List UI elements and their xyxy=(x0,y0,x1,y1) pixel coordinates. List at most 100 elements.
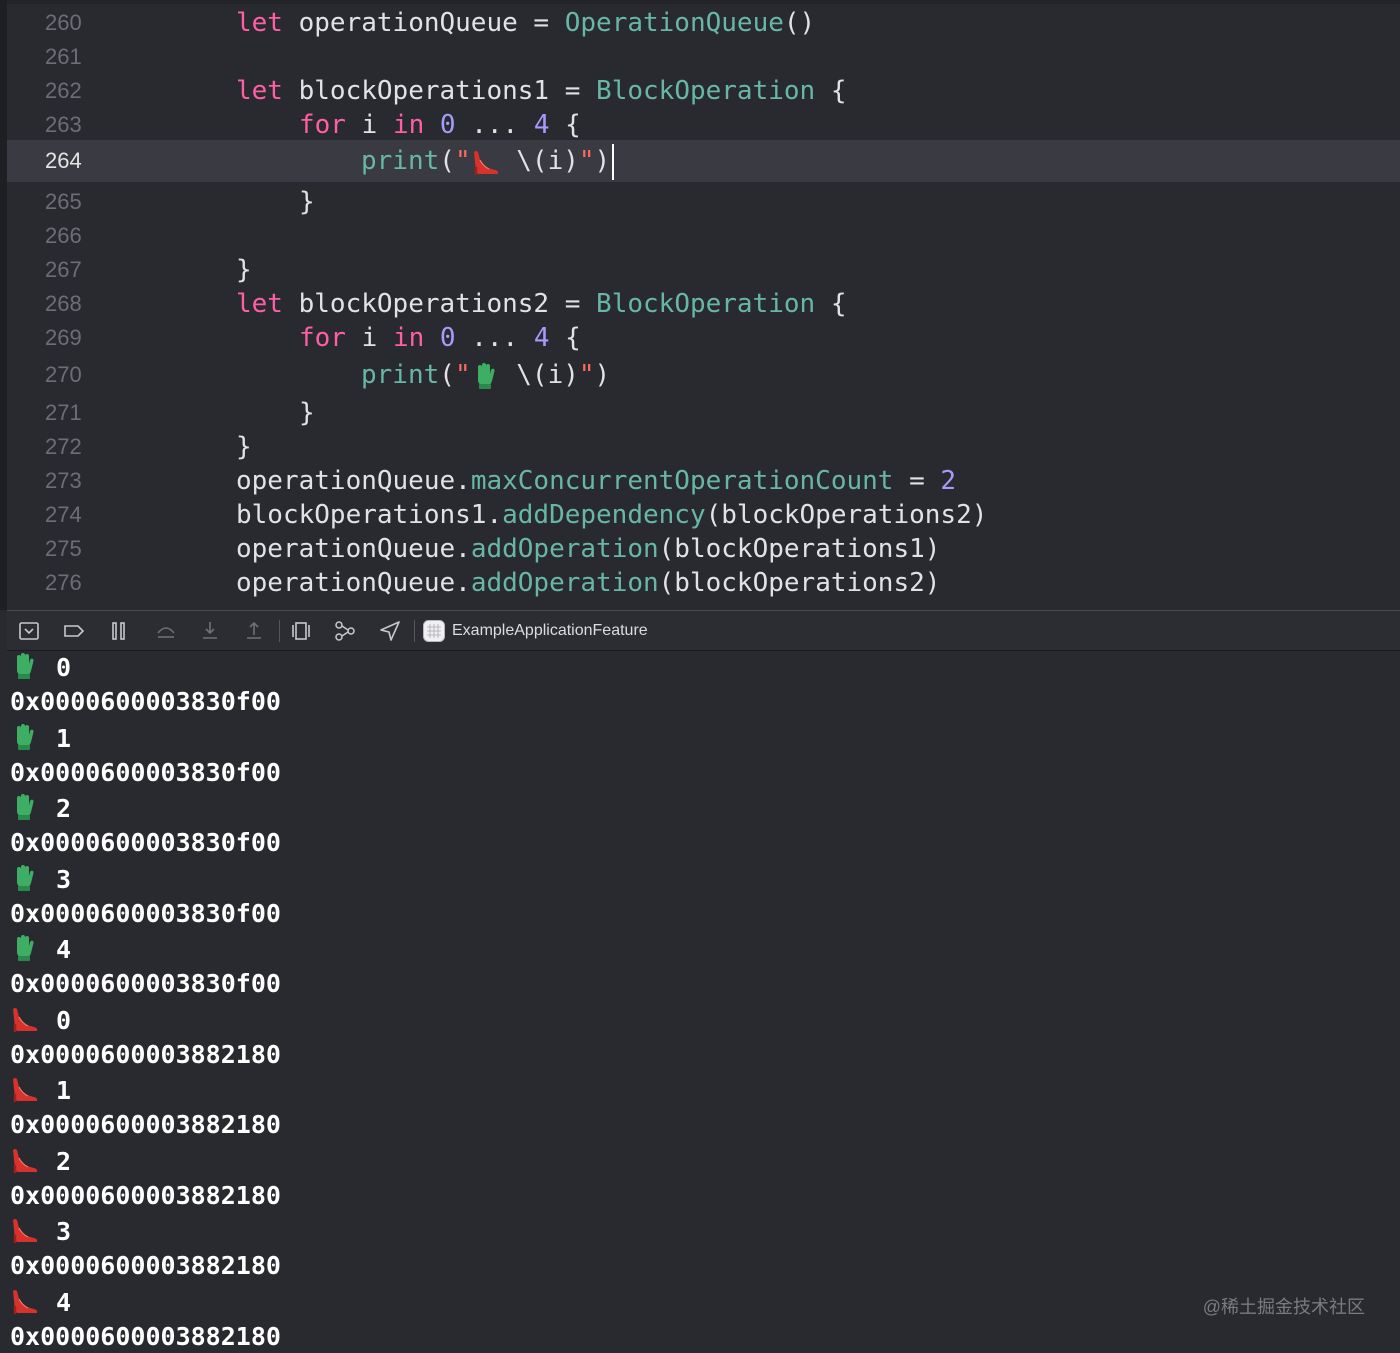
breakpoints-toggle-icon[interactable] xyxy=(62,619,86,643)
code-text[interactable]: print(" \(i)") xyxy=(361,140,615,182)
code-token: 2 xyxy=(940,466,957,496)
code-text[interactable]: } xyxy=(299,396,315,430)
step-out-icon[interactable] xyxy=(242,619,266,643)
code-line[interactable]: 274 blockOperations1.addDependency(blockO… xyxy=(7,498,1400,532)
app-target-icon xyxy=(423,620,445,642)
code-token: \( xyxy=(500,146,548,176)
code-token: 4 xyxy=(533,323,550,353)
code-token: { xyxy=(815,289,847,319)
console-address: 0x0000600003882180 xyxy=(10,1039,281,1069)
code-token: let xyxy=(236,289,283,319)
code-line[interactable]: 275 operationQueue.addOperation(blockOper… xyxy=(7,532,1400,566)
code-text[interactable]: let operationQueue = OperationQueue() xyxy=(236,6,815,40)
code-line[interactable]: 265} xyxy=(7,185,1400,219)
code-token: { xyxy=(815,76,847,106)
code-text[interactable]: operationQueue.maxConcurrentOperationCou… xyxy=(236,464,956,498)
line-number[interactable]: 273 xyxy=(45,464,91,498)
line-number[interactable]: 268 xyxy=(45,287,91,321)
console-index: 1 xyxy=(56,1076,72,1105)
line-number[interactable]: 265 xyxy=(45,185,91,219)
console-index: 1 xyxy=(56,723,72,753)
code-line[interactable]: 271} xyxy=(7,396,1400,430)
code-text[interactable]: } xyxy=(236,430,252,464)
code-text[interactable]: let blockOperations1 = BlockOperation { xyxy=(236,74,847,108)
code-token: OperationQueue xyxy=(564,8,784,38)
code-text[interactable]: let blockOperations2 = BlockOperation { xyxy=(236,287,847,321)
hide-debug-area-icon[interactable] xyxy=(17,619,41,643)
code-token: blockOperations1 = xyxy=(282,76,597,106)
glove-icon xyxy=(10,933,40,963)
code-line[interactable]: 263 for i in 0 ... 4 { xyxy=(7,108,1400,142)
line-number[interactable]: 275 xyxy=(45,532,91,566)
line-number[interactable]: 264 xyxy=(45,140,91,182)
console-line: 3 xyxy=(10,862,71,897)
code-line[interactable]: 264 print(" \(i)") xyxy=(7,140,1400,182)
code-token: () xyxy=(783,8,816,38)
code-token: let xyxy=(236,76,283,106)
code-line[interactable]: 261 xyxy=(7,40,1400,74)
code-line[interactable]: 260 let operationQueue = OperationQueue() xyxy=(7,6,1400,40)
code-token: i xyxy=(345,323,393,353)
code-token: = xyxy=(893,466,941,496)
console-line: 1 xyxy=(10,1073,71,1108)
view-hierarchy-icon[interactable] xyxy=(289,619,313,643)
code-token: " xyxy=(454,360,471,390)
line-number[interactable]: 272 xyxy=(45,430,91,464)
console-line: 1 xyxy=(10,721,71,756)
code-line[interactable]: 269 for i in 0 ... 4 { xyxy=(7,321,1400,355)
code-token: print xyxy=(361,360,440,390)
code-token: 4 xyxy=(533,110,550,140)
console-address: 0x0000600003830f00 xyxy=(10,828,281,857)
code-token: operationQueue = xyxy=(282,8,565,38)
line-number[interactable]: 267 xyxy=(45,253,91,287)
code-text[interactable]: operationQueue.addOperation(blockOperati… xyxy=(236,566,940,600)
code-line[interactable]: 272} xyxy=(7,430,1400,464)
code-line[interactable]: 262 let blockOperations1 = BlockOperation… xyxy=(7,74,1400,108)
target-label[interactable]: ExampleApplicationFeature xyxy=(452,611,648,651)
line-number[interactable]: 271 xyxy=(45,396,91,430)
line-number[interactable]: 262 xyxy=(45,74,91,108)
line-number[interactable]: 261 xyxy=(45,40,91,74)
console-index: 4 xyxy=(56,1287,72,1317)
code-line[interactable]: 276 operationQueue.addOperation(blockOper… xyxy=(7,566,1400,600)
console-line: 0 xyxy=(10,651,71,685)
source-editor[interactable]: 260 let operationQueue = OperationQueue()… xyxy=(0,0,1400,610)
code-line[interactable]: 270 print(" \(i)") xyxy=(7,358,1400,392)
console-address: 0x0000600003882180 xyxy=(10,1321,281,1351)
line-number[interactable]: 266 xyxy=(45,219,91,253)
code-token: addDependency xyxy=(502,500,706,530)
line-number[interactable]: 270 xyxy=(45,358,91,392)
code-text[interactable]: } xyxy=(236,253,252,287)
code-line[interactable]: 266 xyxy=(7,219,1400,253)
console-index: 3 xyxy=(56,864,72,894)
code-token: \( xyxy=(500,360,548,390)
code-line[interactable]: 267} xyxy=(7,253,1400,287)
console-index: 0 xyxy=(56,1005,72,1035)
code-text[interactable]: } xyxy=(299,185,315,219)
code-text[interactable]: for i in 0 ... 4 { xyxy=(299,321,581,355)
line-number[interactable]: 263 xyxy=(45,108,91,142)
line-number[interactable]: 276 xyxy=(45,566,91,600)
step-over-icon[interactable] xyxy=(154,619,178,643)
line-number[interactable]: 269 xyxy=(45,321,91,355)
xcode-window: 260 let operationQueue = OperationQueue()… xyxy=(0,0,1400,1353)
code-token: addOperation xyxy=(470,568,659,598)
memory-graph-icon[interactable] xyxy=(333,619,357,643)
code-line[interactable]: 273 operationQueue.maxConcurrentOperation… xyxy=(7,464,1400,498)
simulate-location-icon[interactable] xyxy=(378,619,402,643)
glove-icon xyxy=(10,722,40,752)
code-text[interactable]: blockOperations1.addDependency(blockOper… xyxy=(236,498,987,532)
code-text[interactable]: print(" \(i)") xyxy=(361,358,610,392)
line-number[interactable]: 274 xyxy=(45,498,91,532)
editor-top-divider xyxy=(7,0,1400,4)
code-token: } xyxy=(236,432,252,462)
line-number[interactable]: 260 xyxy=(45,6,91,40)
console-line: 3 xyxy=(10,1214,71,1249)
pause-icon[interactable] xyxy=(107,619,131,643)
code-token: (blockOperations1) xyxy=(658,534,941,564)
code-line[interactable]: 268 let blockOperations2 = BlockOperation… xyxy=(7,287,1400,321)
code-text[interactable]: operationQueue.addOperation(blockOperati… xyxy=(236,532,940,566)
step-into-icon[interactable] xyxy=(198,619,222,643)
code-text[interactable]: for i in 0 ... 4 { xyxy=(299,108,581,142)
console-output[interactable]: 0 0x0000600003830f00 1 0x0000600003830f00 2 0… xyxy=(0,651,1400,1353)
